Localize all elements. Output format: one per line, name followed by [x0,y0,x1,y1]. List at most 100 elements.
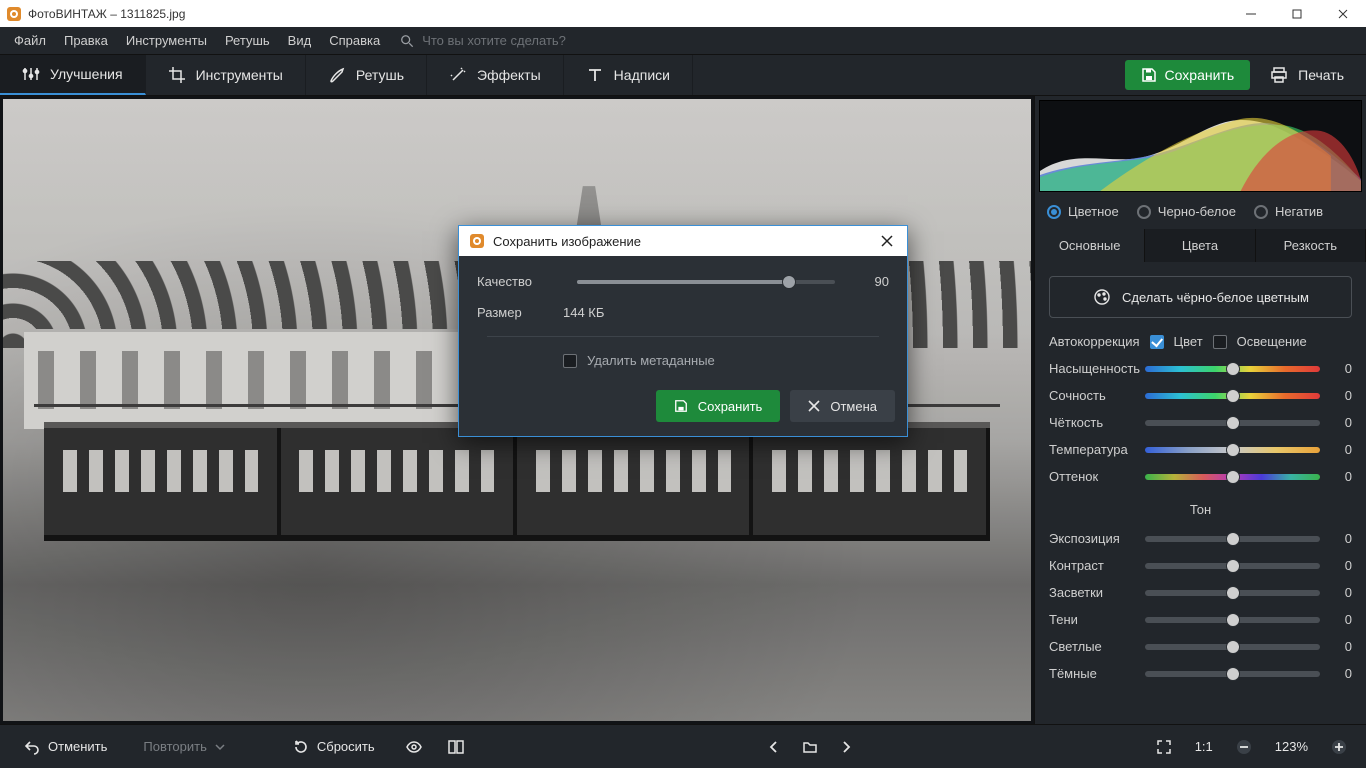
tab-enhance[interactable]: Улучшения [0,55,146,95]
menu-retouch[interactable]: Ретушь [217,29,278,52]
quality-label: Качество [477,274,563,289]
menubar: Файл Правка Инструменты Ретушь Вид Справ… [0,27,1366,55]
saturation-value: 0 [1330,361,1352,376]
app-logo-icon [6,6,22,22]
dialog-close-button[interactable] [877,231,897,251]
mode-toolbar: Улучшения Инструменты Ретушь Эффекты Над… [0,55,1366,96]
autocorrect-light-checkbox[interactable] [1213,335,1227,349]
dialog-save-button[interactable]: Сохранить [656,390,781,422]
menu-view[interactable]: Вид [280,29,320,52]
colorize-bw-button[interactable]: Сделать чёрно-белое цветным [1049,276,1352,318]
tab-effects-label: Эффекты [477,67,541,83]
shadows-value: 0 [1330,612,1352,627]
floppy-icon [1141,67,1157,83]
next-file-button[interactable] [831,732,861,762]
contrast-slider[interactable] [1145,563,1320,569]
tab-tools-label: Инструменты [196,67,283,83]
fit-screen-button[interactable] [1149,732,1179,762]
undo-button[interactable]: Отменить [12,733,119,761]
tab-tools[interactable]: Инструменты [146,55,306,95]
window-minimize-button[interactable] [1228,0,1274,27]
reset-label: Сбросить [317,739,375,754]
text-icon [586,66,604,84]
strip-metadata-checkbox[interactable] [563,354,577,368]
exposure-value: 0 [1330,531,1352,546]
open-folder-button[interactable] [795,732,825,762]
adjust-tab-basic[interactable]: Основные [1035,229,1145,262]
color-mode-negative[interactable]: Негатив [1254,204,1323,219]
color-mode-group: Цветное Черно-белое Негатив [1035,196,1366,229]
whites-slider[interactable] [1145,644,1320,650]
tab-enhance-label: Улучшения [50,66,123,82]
wand-icon [449,66,467,84]
shadows-label: Тени [1049,612,1135,627]
radio-icon [1137,205,1151,219]
hue-slider[interactable] [1145,474,1320,480]
print-button[interactable]: Печать [1262,66,1352,84]
window-maximize-button[interactable] [1274,0,1320,27]
menu-tools[interactable]: Инструменты [118,29,215,52]
search-input[interactable] [422,33,682,48]
palette-icon [1092,287,1112,307]
temperature-slider[interactable] [1145,447,1320,453]
vibrance-label: Сочность [1049,388,1135,403]
hue-value: 0 [1330,469,1352,484]
reset-button[interactable]: Сбросить [281,733,387,761]
autocorrect-color-checkbox[interactable] [1150,335,1164,349]
contrast-value: 0 [1330,558,1352,573]
clarity-slider[interactable] [1145,420,1320,426]
printer-icon [1270,66,1288,84]
size-label: Размер [477,305,563,320]
menu-help[interactable]: Справка [321,29,388,52]
color-mode-color[interactable]: Цветное [1047,204,1119,219]
zoom-in-button[interactable] [1324,732,1354,762]
blacks-slider[interactable] [1145,671,1320,677]
window-title: ФотоВИНТАЖ – 1311825.jpg [28,7,185,21]
menu-edit[interactable]: Правка [56,29,116,52]
strip-metadata-label: Удалить метаданные [587,353,715,368]
redo-label: Повторить [143,739,206,754]
zoom-ratio[interactable]: 1:1 [1191,739,1217,754]
adjust-panel: Цветное Черно-белое Негатив Основные Цве… [1034,96,1366,724]
window-close-button[interactable] [1320,0,1366,27]
close-icon [808,400,820,412]
dialog-title: Сохранить изображение [493,234,641,249]
dialog-cancel-button[interactable]: Отмена [790,390,895,422]
tab-retouch-label: Ретушь [356,67,404,83]
search-icon [400,34,414,48]
redo-button[interactable]: Повторить [131,733,236,760]
temperature-value: 0 [1330,442,1352,457]
tab-retouch[interactable]: Ретушь [306,55,427,95]
autocorrect-color-label: Цвет [1174,334,1203,349]
adjust-tab-sharp[interactable]: Резкость [1256,229,1366,262]
radio-icon [1254,205,1268,219]
blacks-label: Тёмные [1049,666,1135,681]
vibrance-slider[interactable] [1145,393,1320,399]
save-button[interactable]: Сохранить [1125,60,1251,90]
tab-captions[interactable]: Надписи [564,55,693,95]
whites-label: Светлые [1049,639,1135,654]
adjust-tab-colors[interactable]: Цвета [1145,229,1255,262]
sliders-icon [22,65,40,83]
highlights-label: Засветки [1049,585,1135,600]
color-mode-color-label: Цветное [1068,204,1119,219]
menu-file[interactable]: Файл [6,29,54,52]
adjust-tabs: Основные Цвета Резкость [1035,229,1366,262]
radio-icon [1047,205,1061,219]
compare-button[interactable] [441,732,471,762]
clarity-value: 0 [1330,415,1352,430]
tab-effects[interactable]: Эффекты [427,55,564,95]
exposure-label: Экспозиция [1049,531,1135,546]
highlights-slider[interactable] [1145,590,1320,596]
undo-label: Отменить [48,739,107,754]
saturation-slider[interactable] [1145,366,1320,372]
exposure-slider[interactable] [1145,536,1320,542]
chevron-down-icon [215,742,225,752]
shadows-slider[interactable] [1145,617,1320,623]
prev-file-button[interactable] [759,732,789,762]
zoom-out-button[interactable] [1229,732,1259,762]
quality-slider[interactable] [577,280,835,284]
autocorrect-label: Автокоррекция [1049,334,1140,349]
color-mode-bw[interactable]: Черно-белое [1137,204,1236,219]
preview-toggle-button[interactable] [399,732,429,762]
